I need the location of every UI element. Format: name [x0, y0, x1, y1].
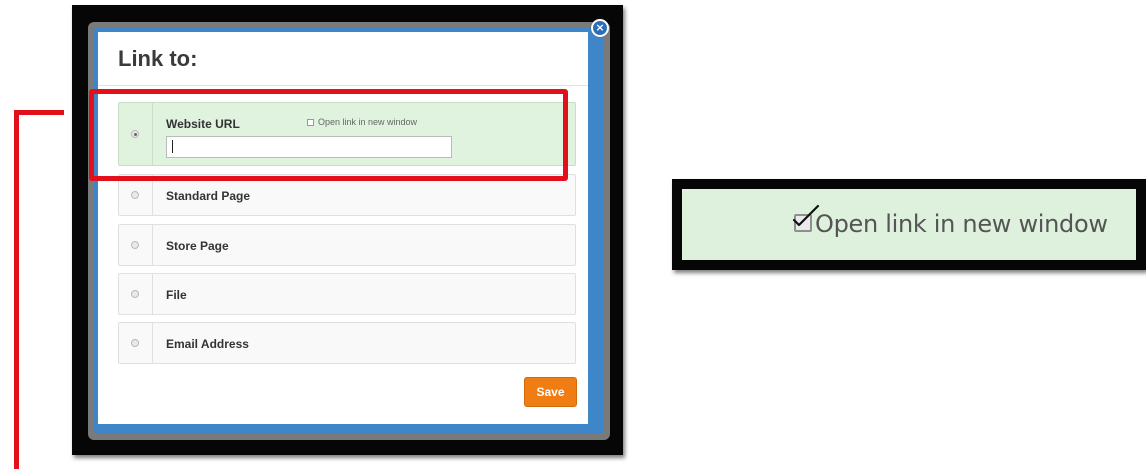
zoom-checkbox-label: Open link in new window — [815, 210, 1108, 238]
dialog-title: Link to: — [118, 46, 198, 71]
option-label-store-page: Store Page — [166, 239, 229, 253]
option-label-email-address: Email Address — [166, 337, 249, 351]
save-button[interactable]: Save — [524, 377, 577, 407]
radio-cell — [119, 274, 153, 314]
option-label-file: File — [166, 288, 187, 302]
option-email-address[interactable]: Email Address — [118, 322, 576, 364]
radio-file[interactable] — [131, 290, 139, 298]
radio-standard-page[interactable] — [131, 191, 139, 199]
option-file[interactable]: File — [118, 273, 576, 315]
annotation-highlight — [89, 89, 568, 181]
annotation-bracket — [14, 110, 64, 469]
radio-email-address[interactable] — [131, 339, 139, 347]
option-label-standard-page: Standard Page — [166, 189, 251, 203]
option-store-page[interactable]: Store Page — [118, 224, 576, 266]
radio-cell — [119, 323, 153, 363]
radio-store-page[interactable] — [131, 241, 139, 249]
title-divider — [98, 85, 588, 86]
radio-cell — [119, 225, 153, 265]
close-icon[interactable]: × — [591, 19, 609, 37]
radio-cell — [119, 175, 153, 215]
